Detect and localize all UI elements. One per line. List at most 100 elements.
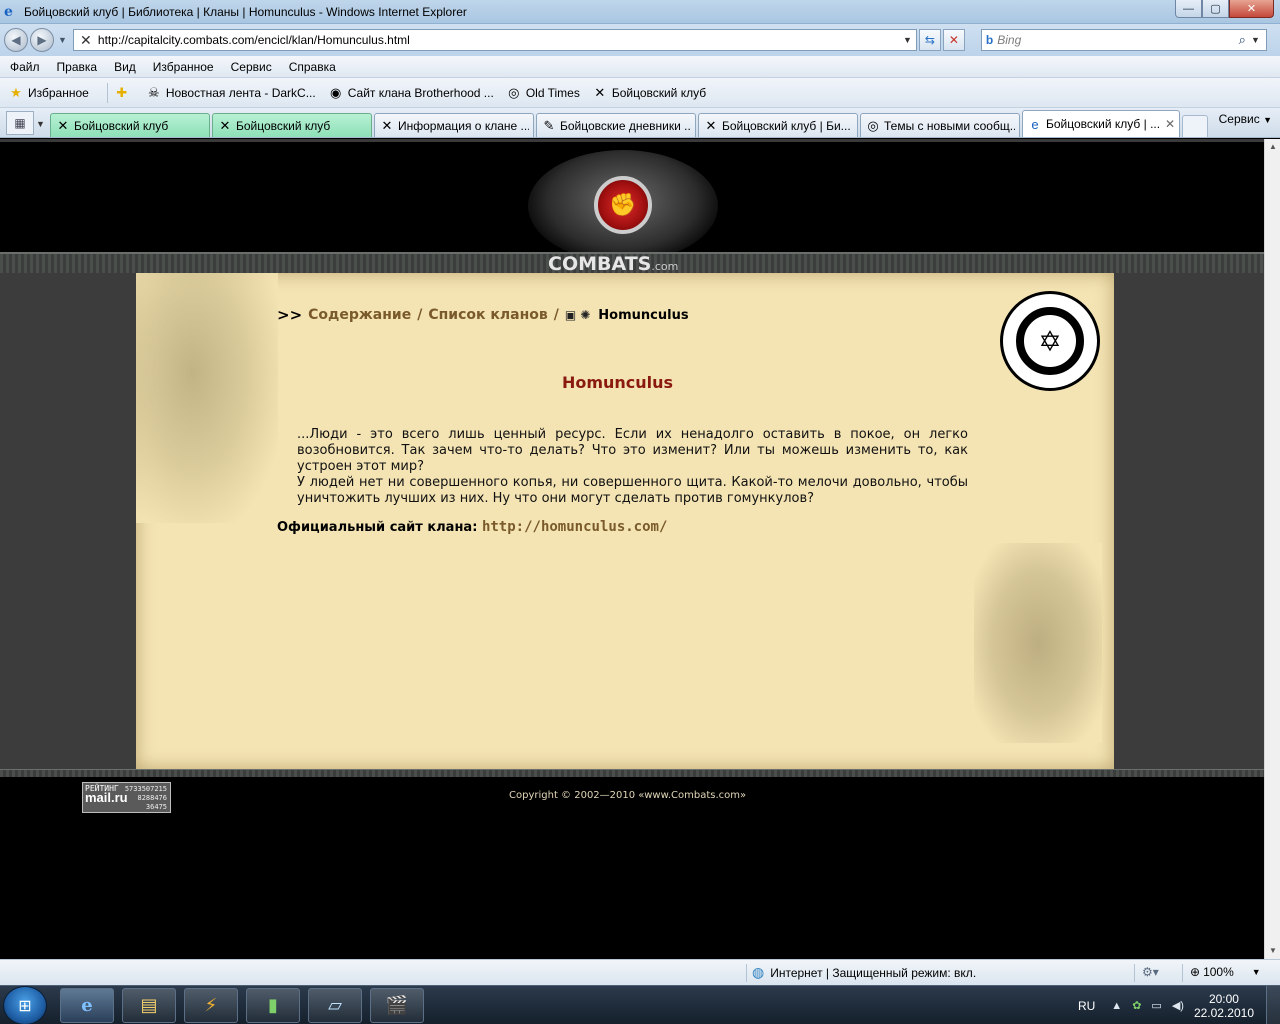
scroll-up-icon[interactable]: ▲ — [1265, 139, 1280, 155]
tab-4[interactable]: ✕ Бойцовский клуб | Би... — [698, 113, 858, 137]
counter-value: 8288476 — [137, 794, 167, 802]
fav-item-0[interactable]: ☠ Новостная лента - DarkC... — [146, 85, 316, 101]
address-bar[interactable]: ✕ http://capitalcity.combats.com/encicl/… — [72, 29, 917, 51]
close-button[interactable]: ✕ — [1229, 0, 1274, 18]
search-placeholder[interactable]: Bing — [997, 33, 1021, 47]
clan-info-icon[interactable]: ▣ — [565, 308, 576, 322]
ie-icon: e — [81, 995, 93, 1016]
taskbar-app-mediaplayer[interactable]: 🎬 — [370, 988, 424, 1023]
combats-wordmark-suffix: .com — [651, 260, 679, 273]
swords-icon: ✕ — [219, 117, 231, 133]
breadcrumb-prefix: >> — [277, 306, 303, 324]
add-favorite-icon: ✚ — [116, 84, 128, 100]
clock[interactable]: 20:00 22.02.2010 — [1194, 992, 1254, 1020]
refresh-icon: ⇆ — [924, 33, 935, 47]
status-separator — [1134, 964, 1135, 982]
status-bar: ◍ Интернет | Защищенный режим: вкл. ⚙▾ ⊕… — [0, 959, 1280, 985]
notepad-icon: ▱ — [328, 995, 342, 1015]
menu-view[interactable]: Вид — [104, 60, 143, 74]
back-button[interactable]: ◀ — [4, 28, 28, 52]
breadcrumb-clan-list-link[interactable]: Список кланов — [428, 307, 547, 323]
menu-edit[interactable]: Правка — [47, 60, 105, 74]
start-button[interactable]: ⊞ — [3, 986, 47, 1024]
tools-label: Сервис — [1218, 112, 1260, 126]
security-zone[interactable]: ◍ Интернет | Защищенный режим: вкл. — [752, 964, 976, 981]
volume-icon[interactable]: ◀) — [1172, 999, 1184, 1012]
zoom-dropdown-icon[interactable]: ▼ — [1252, 967, 1261, 977]
status-separator — [746, 964, 747, 982]
favorites-button[interactable]: ★ Избранное — [8, 85, 89, 101]
show-desktop-button[interactable] — [1266, 986, 1280, 1024]
ie-page-icon: e — [1031, 116, 1039, 132]
tab-5[interactable]: ◎ Темы с новыми сообщ... — [860, 113, 1020, 137]
tray-expand-icon[interactable]: ▲ — [1111, 1000, 1122, 1012]
vertical-scrollbar[interactable]: ▲ ▼ — [1264, 139, 1280, 959]
fav-item-label: Сайт клана Brotherhood ... — [347, 85, 494, 100]
address-url[interactable]: http://capitalcity.combats.com/encicl/kl… — [98, 33, 410, 47]
icq-tray-icon[interactable]: ✿ — [1132, 999, 1141, 1012]
refresh-button[interactable]: ⇆ — [918, 29, 941, 51]
breadcrumb: >> Содержание / Список кланов / ▣ ✺ Homu… — [277, 306, 689, 324]
tab-list-dropdown-icon[interactable]: ▼ — [36, 119, 48, 129]
close-tab-icon[interactable]: ✕ — [1165, 117, 1175, 131]
address-dropdown-icon[interactable]: ▼ — [903, 35, 912, 45]
maximize-button[interactable]: ▢ — [1202, 0, 1229, 18]
search-dropdown-icon[interactable]: ▼ — [1251, 35, 1260, 45]
ie-logo-icon: e — [4, 3, 13, 20]
protected-mode-icon[interactable]: ⚙▾ — [1142, 965, 1159, 979]
add-favorite-button[interactable]: ✚ — [114, 85, 134, 101]
history-dropdown-icon[interactable]: ▼ — [58, 35, 67, 45]
status-separator — [1182, 964, 1183, 982]
counter-value: 36475 — [145, 803, 167, 811]
tab-0[interactable]: ✕ Бойцовский клуб — [50, 113, 210, 137]
mailru-counter[interactable]: РЕЙТИНГ mail.ru 5733507215 8288476 36475 — [82, 782, 171, 813]
menu-bar: Файл Правка Вид Избранное Сервис Справка — [0, 56, 1280, 78]
search-icon[interactable]: ⌕ — [1239, 32, 1246, 48]
menu-file[interactable]: Файл — [0, 60, 47, 74]
parchment-panel: >> Содержание / Список кланов / ▣ ✺ Homu… — [136, 273, 1114, 769]
taskbar-app-notepad[interactable]: ▱ — [308, 988, 362, 1023]
menu-tools[interactable]: Сервис — [221, 60, 279, 74]
skull-icon: ☠ — [148, 84, 160, 100]
taskbar-app-explorer[interactable]: ▤ — [122, 988, 176, 1023]
stop-button[interactable]: ✕ — [942, 29, 965, 51]
minimize-button[interactable]: — — [1175, 0, 1202, 18]
fav-item-3[interactable]: ✕ Бойцовский клуб — [592, 85, 706, 101]
search-box[interactable]: b Bing ⌕ ▼ — [980, 29, 1267, 51]
menu-favorites[interactable]: Избранное — [143, 60, 221, 74]
fav-item-1[interactable]: ◉ Сайт клана Brotherhood ... — [328, 85, 494, 101]
warrior-illustration-right — [974, 543, 1102, 743]
quick-tabs-button[interactable]: ▦ — [6, 111, 34, 135]
zoom-level: 100% — [1203, 965, 1234, 979]
menu-help[interactable]: Справка — [279, 60, 343, 74]
tab-label: Информация о клане ... — [398, 118, 529, 133]
taskbar-app-ie[interactable]: e — [60, 988, 114, 1023]
fav-item-2[interactable]: ◎ Old Times — [506, 85, 580, 101]
tab-2[interactable]: ✕ Информация о клане ... — [374, 113, 534, 137]
description-paragraph: ...Люди - это всего лишь ценный ресурс. … — [297, 427, 968, 474]
tools-menu-button[interactable]: Сервис ▼ — [1219, 112, 1272, 126]
swords-icon: ✕ — [57, 117, 69, 133]
tab-6-active[interactable]: e Бойцовский клуб | ... ✕ — [1022, 110, 1180, 137]
language-indicator[interactable]: RU — [1078, 999, 1095, 1013]
taskbar-app-winamp[interactable]: ⚡ — [184, 988, 238, 1023]
taskbar-app-icq[interactable]: ▮ — [246, 988, 300, 1023]
breadcrumb-contents-link[interactable]: Содержание — [308, 307, 411, 323]
clan-description: ...Люди - это всего лишь ценный ресурс. … — [297, 427, 968, 507]
new-tab-button[interactable] — [1182, 115, 1208, 137]
clock-date: 22.02.2010 — [1193, 1005, 1254, 1020]
bing-icon: b — [985, 33, 994, 47]
combats-wordmark: COMBATS.com — [548, 253, 678, 275]
network-icon[interactable]: ▭ — [1151, 999, 1161, 1012]
forward-button[interactable]: ▶ — [30, 28, 54, 52]
tab-1[interactable]: ✕ Бойцовский клуб — [212, 113, 372, 137]
scroll-down-icon[interactable]: ▼ — [1265, 943, 1280, 959]
zoom-control[interactable]: ⊕ 100% ▼ — [1190, 965, 1261, 979]
page-content: ✊ COMBATS.com >> Содержание / Список кла… — [0, 139, 1264, 959]
tab-3[interactable]: ✎ Бойцовские дневники ... — [536, 113, 696, 137]
stop-icon: ✕ — [948, 33, 959, 47]
tab-label: Бойцовский клуб — [74, 118, 169, 133]
swords-icon: ✕ — [705, 117, 717, 133]
official-site-link[interactable]: http://homunculus.com/ — [482, 519, 667, 535]
separator — [106, 82, 108, 103]
